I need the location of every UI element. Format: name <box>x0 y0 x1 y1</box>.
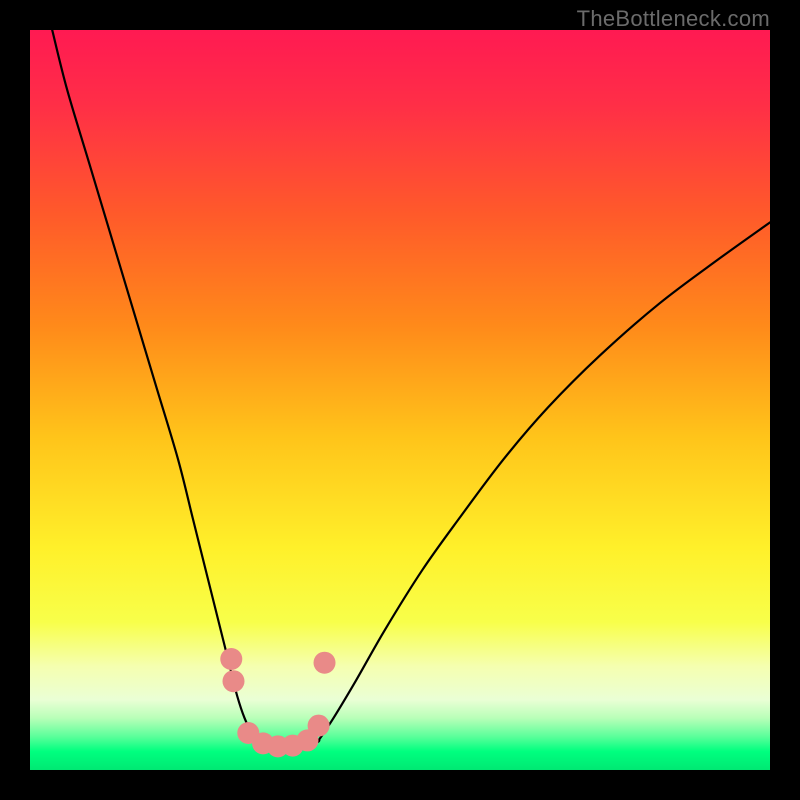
data-marker <box>314 652 336 674</box>
data-marker <box>220 648 242 670</box>
watermark-text: TheBottleneck.com <box>577 6 770 32</box>
curve-layer <box>30 30 770 770</box>
bottleneck-curve <box>52 30 770 748</box>
data-marker <box>308 715 330 737</box>
marker-group <box>220 648 335 757</box>
plot-area <box>30 30 770 770</box>
data-marker <box>223 670 245 692</box>
chart-frame: TheBottleneck.com <box>0 0 800 800</box>
